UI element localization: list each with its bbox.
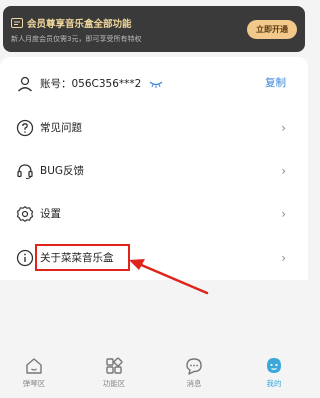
- vip-title: 会员尊享音乐盒全部功能: [11, 16, 132, 30]
- tab-label: 我的: [266, 379, 282, 388]
- menu-item-label: 设置: [40, 208, 61, 220]
- profile-face-icon: [267, 358, 281, 373]
- account-label: 账号：056C356***2: [40, 76, 163, 91]
- copy-button[interactable]: 复制: [265, 75, 286, 90]
- tab-label: 功能区: [102, 379, 126, 388]
- tab-piano[interactable]: 弹琴区: [9, 356, 59, 396]
- chevron-right-icon: ›: [281, 121, 286, 135]
- tab-messages[interactable]: 消息: [169, 356, 219, 396]
- chevron-right-icon: ›: [281, 251, 286, 265]
- tab-label: 弹琴区: [22, 379, 46, 388]
- chevron-right-icon: ›: [281, 164, 286, 178]
- vip-banner[interactable]: 会员尊享音乐盒全部功能 新人月度会员仅需3元，即可享受所有特权 立即开通: [3, 6, 305, 52]
- gear-icon: [16, 206, 34, 222]
- account-row: 账号：056C356***2 复制: [0, 63, 308, 105]
- menu-item-faq[interactable]: 常见问题 ›: [0, 107, 308, 149]
- red-arrow-annotation: [129, 259, 209, 295]
- eye-closed-icon[interactable]: [149, 80, 163, 88]
- card-icon: [11, 18, 23, 28]
- chat-bubble-icon: [186, 358, 202, 375]
- tab-mine[interactable]: 我的: [249, 356, 299, 396]
- menu-item-label: BUG反馈: [40, 165, 85, 177]
- tab-label: 消息: [186, 379, 202, 388]
- menu-item-settings[interactable]: 设置 ›: [0, 193, 308, 235]
- highlight-box: [35, 244, 130, 271]
- headset-icon: [17, 164, 33, 180]
- grid-icon: [106, 357, 123, 374]
- menu-item-label: 常见问题: [40, 122, 82, 134]
- home-icon: [26, 358, 42, 374]
- vip-subtitle: 新人月度会员仅需3元，即可享受所有特权: [11, 35, 142, 43]
- user-icon: [18, 76, 32, 92]
- chevron-right-icon: ›: [281, 207, 286, 221]
- question-icon: [16, 119, 34, 137]
- info-icon: [16, 249, 34, 267]
- open-vip-button[interactable]: 立即开通: [247, 20, 297, 39]
- menu-item-bug-feedback[interactable]: BUG反馈 ›: [0, 150, 308, 192]
- tab-functions[interactable]: 功能区: [89, 356, 139, 396]
- bottom-tab-bar: 弹琴区 功能区 消息 我的: [0, 352, 308, 398]
